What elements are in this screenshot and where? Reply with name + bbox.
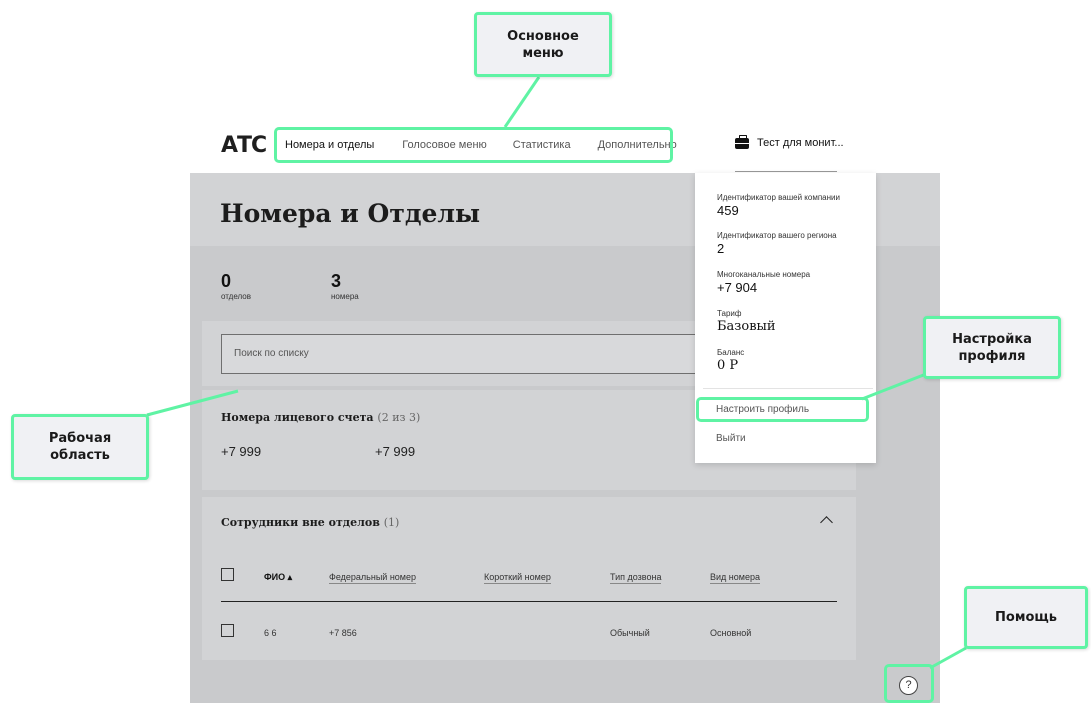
callout-main-menu-text: Основное меню xyxy=(507,28,579,61)
screenshot: АТС Номера и отделы Голосовое меню Стати… xyxy=(0,0,1091,703)
callout-work-area: Рабочая область xyxy=(11,414,149,480)
callout-profile-settings: Настройка профиля xyxy=(923,316,1061,379)
leader-help xyxy=(929,646,967,670)
callout-work-area-text: Рабочая область xyxy=(48,431,112,463)
callout-main-menu: Основное меню xyxy=(474,12,612,77)
callout-help: Помощь xyxy=(964,586,1088,649)
leader-profile-settings xyxy=(861,372,927,401)
leader-main-menu xyxy=(503,76,541,128)
leader-work-area xyxy=(146,389,239,417)
callout-profile-settings-text: Настройка профиля xyxy=(952,331,1032,364)
callout-help-text: Помощь xyxy=(995,610,1057,625)
